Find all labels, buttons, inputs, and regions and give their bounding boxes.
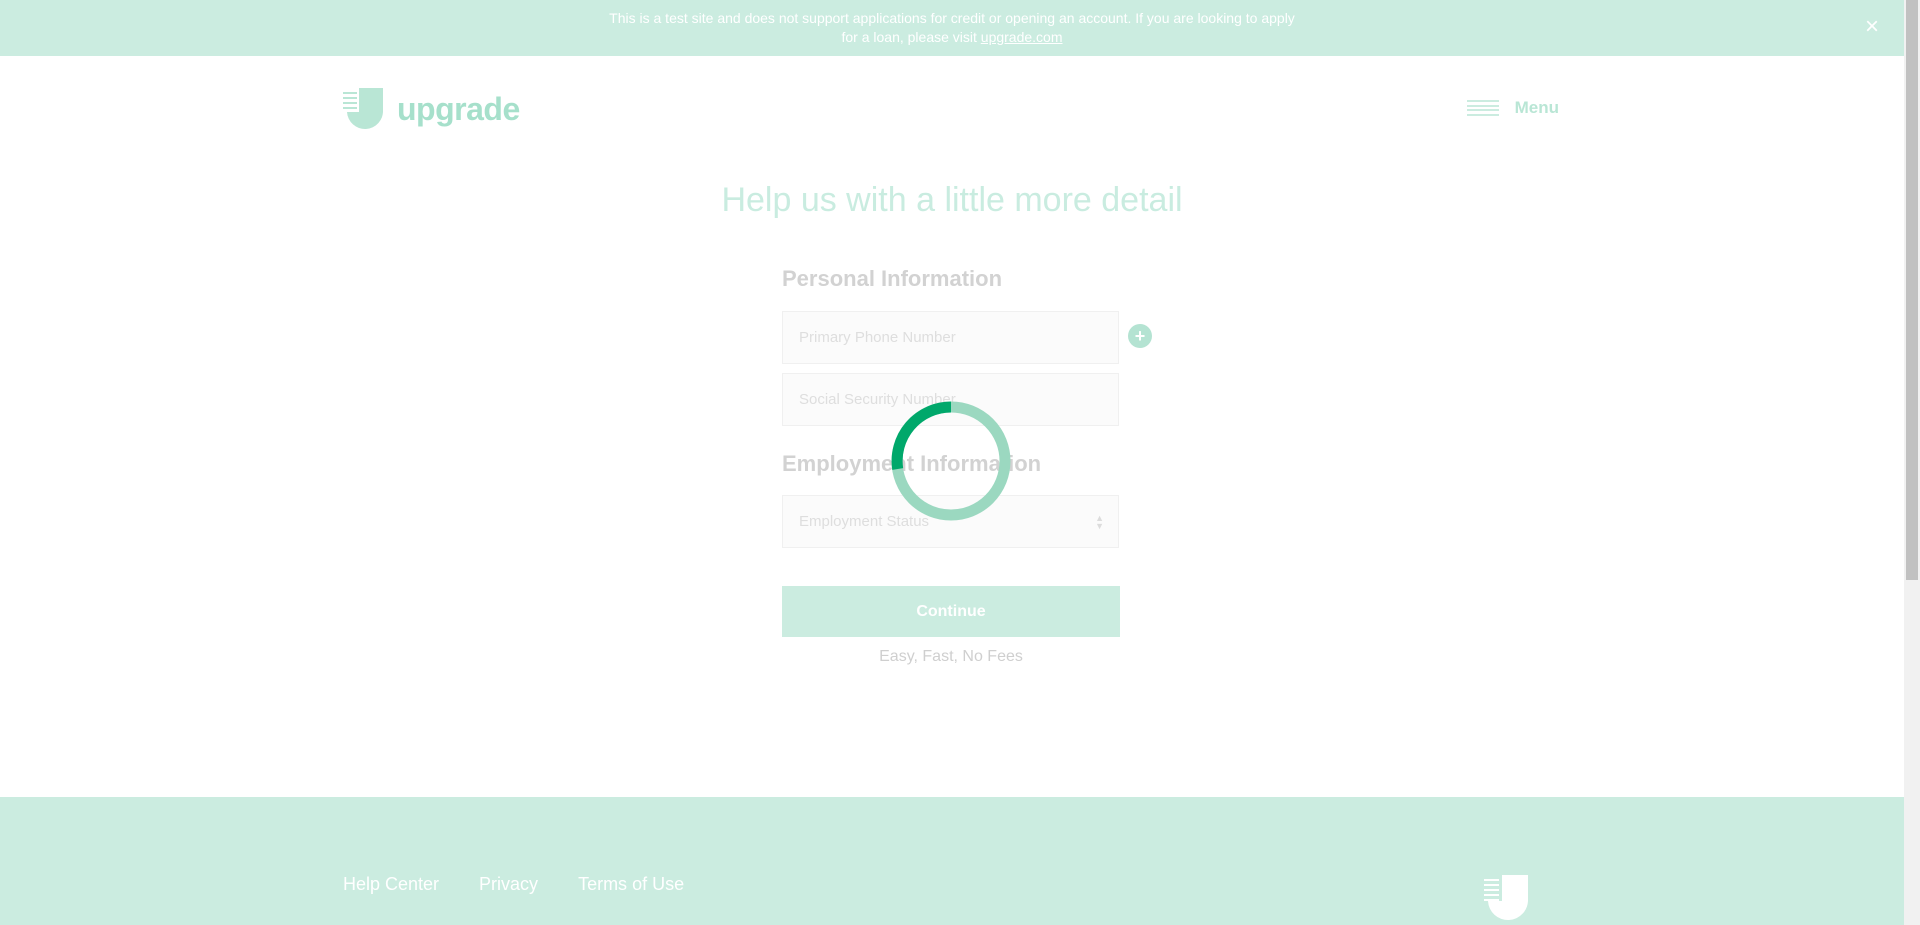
continue-button[interactable]: Continue: [782, 586, 1120, 637]
hamburger-icon: [1466, 100, 1499, 116]
footer-link-terms[interactable]: Terms of Use: [578, 874, 684, 895]
close-icon[interactable]: ×: [1862, 15, 1882, 39]
tagline: Easy, Fast, No Fees: [879, 648, 1023, 665]
footer-link-privacy[interactable]: Privacy: [479, 874, 538, 895]
select-arrows-icon: ▲ ▼: [1095, 513, 1104, 531]
loading-spinner-icon: [891, 401, 1011, 521]
phone-number-input[interactable]: Primary Phone Number: [782, 311, 1119, 364]
logo-wordmark: upgrade: [397, 90, 520, 127]
footer-link-help-center[interactable]: Help Center: [343, 874, 439, 895]
upgrade-logo-icon: [1484, 875, 1528, 921]
menu-button[interactable]: Menu: [1466, 98, 1559, 118]
banner-message: This is a test site and does not support…: [602, 9, 1302, 47]
test-site-banner: This is a test site and does not support…: [0, 0, 1904, 56]
banner-link[interactable]: upgrade.com: [981, 29, 1063, 45]
footer-links: Help Center Privacy Terms of Use: [343, 874, 724, 895]
scrollbar-thumb[interactable]: [1906, 0, 1918, 580]
upgrade-logo[interactable]: upgrade: [343, 88, 520, 130]
plus-circle-icon[interactable]: +: [1128, 324, 1152, 348]
personal-information-heading: Personal Information: [782, 266, 1003, 291]
upgrade-logo-icon: [343, 88, 383, 130]
phone-number-placeholder: Primary Phone Number: [799, 329, 956, 346]
site-footer: Help Center Privacy Terms of Use: [0, 797, 1904, 925]
page-title: Help us with a little more detail: [721, 180, 1183, 219]
site-header: upgrade Menu: [343, 86, 1559, 132]
menu-label: Menu: [1514, 98, 1559, 117]
detail-form: Personal Information Primary Phone Numbe…: [782, 266, 1152, 665]
page-scrollbar[interactable]: [1904, 0, 1920, 925]
banner-text: This is a test site and does not support…: [609, 10, 1295, 45]
